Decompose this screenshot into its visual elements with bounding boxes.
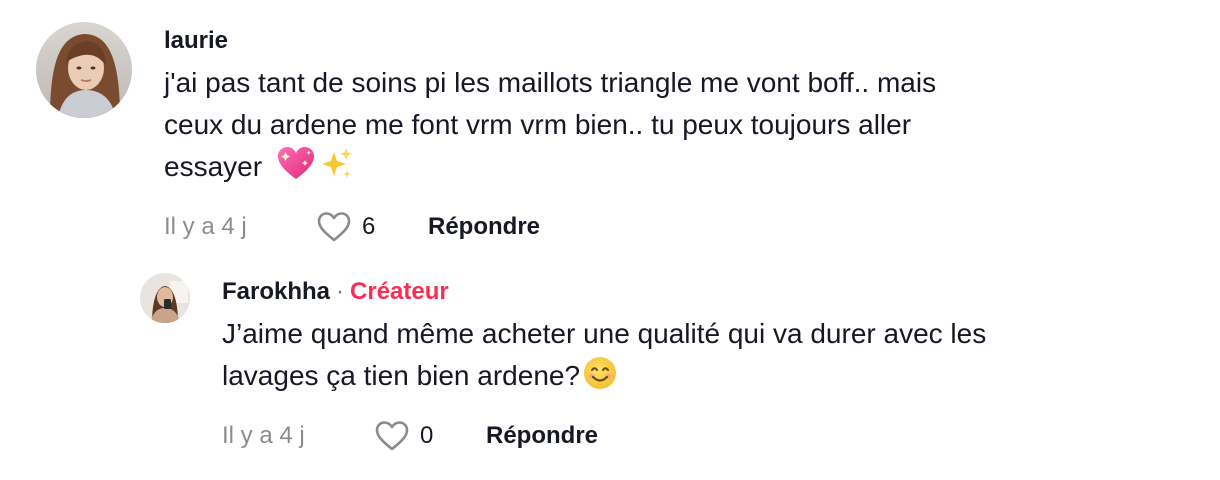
like-count: 0 [420, 422, 434, 449]
comment-text: j'ai pas tant de soins pi les maillots t… [164, 62, 1124, 194]
like-button[interactable]: 6 [316, 211, 428, 243]
reply-text-line: lavages ça tien bien ardene? [222, 360, 581, 391]
reply-author[interactable]: Farokhha [222, 277, 330, 307]
smiling-face-emoji [582, 355, 618, 403]
heart-sparkle-emoji [276, 146, 316, 194]
avatar[interactable] [36, 22, 132, 118]
reply-text-line: J’aime quand même acheter une qualité qu… [222, 318, 987, 349]
like-count: 6 [362, 213, 376, 240]
comment-text-line: j'ai pas tant de soins pi les maillots t… [164, 67, 937, 98]
sparkles-emoji [318, 146, 354, 194]
comment-body: laurie j'ai pas tant de soins pi les mai… [164, 22, 1124, 244]
heart-outline-icon[interactable] [374, 420, 410, 452]
avatar[interactable] [140, 273, 190, 323]
like-button[interactable]: 0 [374, 420, 486, 452]
heart-outline-icon[interactable] [316, 211, 352, 243]
reply-body: Farokhha · Créateur J’aime quand même ac… [222, 273, 1172, 453]
comment-text-line: essayer [164, 151, 263, 182]
reply-time: Il y a 4 j [222, 422, 305, 449]
comment-meta: Il y a 4 j 6 Répondre [164, 210, 1124, 244]
reply-item: Farokhha · Créateur J’aime quand même ac… [140, 273, 1172, 453]
reply-meta: Il y a 4 j 0 Répondre [222, 419, 1172, 453]
reply-author-row: Farokhha · Créateur [222, 277, 1172, 307]
reply-text: J’aime quand même acheter une qualité qu… [222, 313, 1172, 403]
comment-item: laurie j'ai pas tant de soins pi les mai… [36, 22, 1124, 244]
comment-time: Il y a 4 j [164, 213, 247, 240]
author-separator: · [336, 278, 345, 305]
comment-text-line: ceux du ardene me font vrm vrm bien.. tu… [164, 109, 912, 140]
reply-button[interactable]: Répondre [428, 213, 540, 241]
creator-badge: Créateur [350, 278, 449, 305]
reply-button[interactable]: Répondre [486, 422, 598, 450]
comment-author[interactable]: laurie [164, 26, 228, 56]
comment-author-row: laurie [164, 26, 1124, 56]
